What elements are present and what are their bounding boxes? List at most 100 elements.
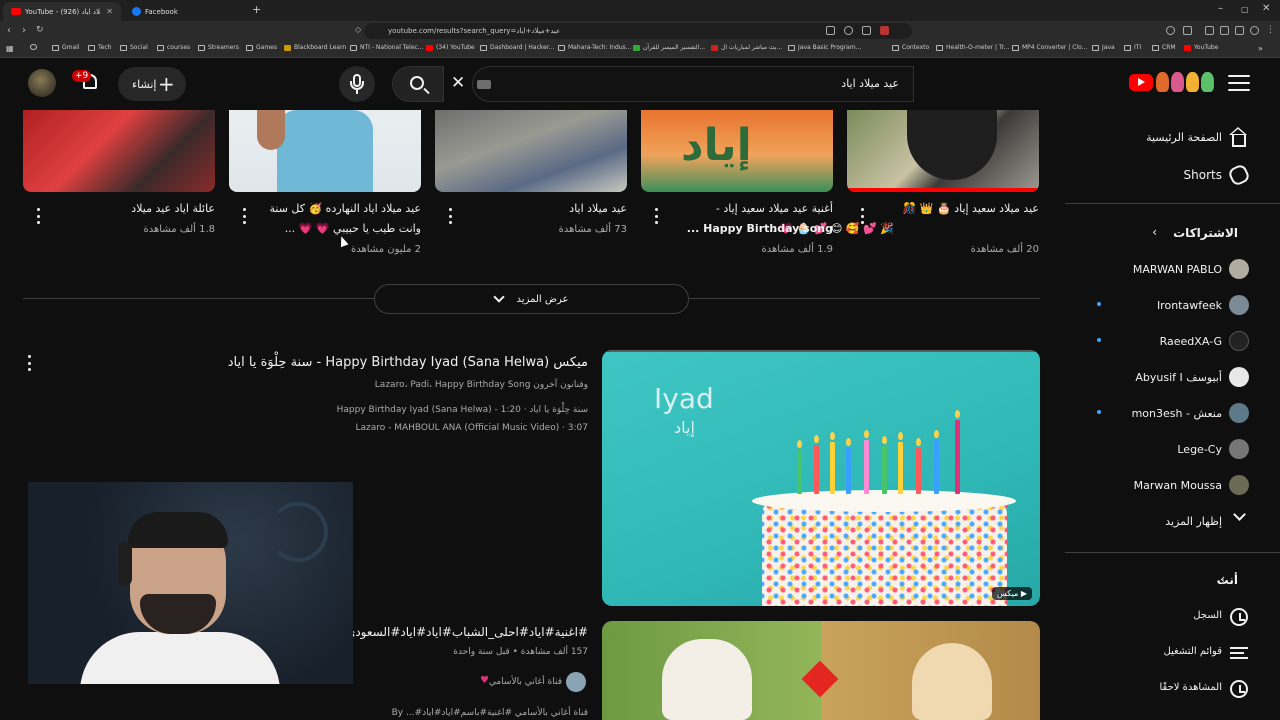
youtube-doodle-logo[interactable] bbox=[1156, 72, 1218, 94]
result-title[interactable]: #اغنية#اياد#احلى_الشباب#اياد#اياد#السعود… bbox=[346, 625, 588, 639]
bookmark-folder-java[interactable]: Java bbox=[1092, 44, 1115, 51]
video-thumbnail[interactable] bbox=[847, 110, 1039, 192]
bookmark-folder-crm[interactable]: CRM bbox=[1152, 44, 1176, 51]
zoom-icon[interactable] bbox=[844, 26, 853, 35]
cast-icon[interactable] bbox=[826, 26, 835, 35]
bookmark-gmail[interactable]: Gmail bbox=[52, 44, 80, 51]
new-tab-icon[interactable]: + bbox=[252, 3, 261, 16]
show-more-button[interactable]: عرض المزيد bbox=[374, 284, 689, 314]
more-options-icon[interactable] bbox=[37, 208, 41, 224]
youtube-logo[interactable] bbox=[1129, 74, 1153, 91]
mix-thumbnail[interactable]: Iyad إياد ميكس ▶ bbox=[602, 350, 1040, 606]
bookmark-folder-courses[interactable]: courses bbox=[157, 44, 190, 51]
video-title[interactable]: أغنية عيد ميلاد سعيد إياد - bbox=[716, 202, 833, 215]
sidebar-item-history[interactable]: السجل bbox=[1065, 599, 1280, 635]
extension-icon[interactable] bbox=[1183, 26, 1192, 35]
search-field[interactable]: عيد ميلاد اياد bbox=[472, 66, 914, 102]
voice-search-button[interactable] bbox=[339, 66, 375, 102]
back-icon[interactable]: ‹ bbox=[7, 25, 11, 36]
create-button[interactable]: إنشاء + bbox=[118, 67, 186, 101]
tab-youtube[interactable]: YouTube - (926) عيد ميلاد اياد ✕ bbox=[3, 2, 121, 21]
video-thumbnail[interactable]: إياد bbox=[641, 110, 833, 192]
more-bookmarks-icon[interactable]: » bbox=[1258, 44, 1263, 53]
sidebar-item-subscription[interactable]: mon3esh - منعش bbox=[1065, 396, 1280, 432]
channel-name[interactable]: قناة أغاني بالأسامي bbox=[489, 677, 562, 687]
more-options-icon[interactable] bbox=[243, 208, 247, 224]
more-options-icon[interactable] bbox=[28, 355, 32, 371]
more-options-icon[interactable] bbox=[655, 208, 659, 224]
you-heading[interactable]: أنت ‹ bbox=[1065, 562, 1280, 598]
bookmark-mp4[interactable]: MP4 Converter | Clo... bbox=[1012, 44, 1087, 51]
apps-grid-icon[interactable]: ▦ bbox=[6, 44, 14, 53]
extension-icon[interactable] bbox=[1220, 26, 1229, 35]
sidebar-item-subscription[interactable]: RaeedXA-G bbox=[1065, 324, 1280, 360]
sidebar-panel-icon[interactable] bbox=[1205, 26, 1214, 35]
forward-icon[interactable]: › bbox=[22, 25, 26, 36]
more-options-icon[interactable] bbox=[861, 208, 865, 224]
sidebar-item-home[interactable]: الصفحة الرئيسية bbox=[1065, 120, 1280, 156]
close-tab-icon[interactable]: ✕ bbox=[100, 7, 113, 16]
video-thumbnail[interactable] bbox=[435, 110, 627, 192]
bookmark-youtube-2[interactable]: YouTube bbox=[1184, 44, 1218, 51]
keyboard-icon[interactable] bbox=[477, 80, 491, 89]
sidebar-item-subscription[interactable]: Abyusif I أبيوسف bbox=[1065, 360, 1280, 396]
extension-icon[interactable] bbox=[1166, 26, 1175, 35]
bookmark-icon[interactable] bbox=[30, 44, 40, 50]
more-options-icon[interactable] bbox=[449, 208, 453, 224]
video-thumbnail[interactable] bbox=[23, 110, 215, 192]
result-track[interactable]: سنة حِلْوَة يا اياد · Happy Birthday Iya… bbox=[337, 405, 588, 415]
close-window-icon[interactable]: ✕ bbox=[1262, 3, 1270, 14]
search-button[interactable] bbox=[392, 66, 444, 102]
channel-avatar[interactable] bbox=[566, 672, 586, 692]
profile-icon[interactable] bbox=[1250, 26, 1259, 35]
bookmark-tafseer[interactable]: التفسير الميسر للقرآن... bbox=[633, 44, 705, 51]
reload-icon[interactable]: ↻ bbox=[36, 25, 44, 35]
video-title[interactable]: عيد ميلاد سعيد إياد 🎂 👑 🎊 bbox=[903, 202, 1039, 215]
minimize-icon[interactable]: – bbox=[1218, 3, 1223, 14]
sidebar-item-label: إظهار المزيد bbox=[1165, 515, 1222, 528]
result-title[interactable]: ميكس Happy Birthday Iyad (Sana Helwa) - … bbox=[228, 355, 588, 370]
result-track[interactable]: Lazaro - MAHBOUL ANA (Official Music Vid… bbox=[355, 423, 588, 433]
sidebar-item-subscription[interactable]: Lege-Cy bbox=[1065, 432, 1280, 468]
bookmark-folder-tech[interactable]: Tech bbox=[88, 44, 111, 51]
video-title[interactable]: عيد ميلاد اياد bbox=[569, 202, 627, 215]
bookmark-folder-streamers[interactable]: Streamers bbox=[198, 44, 239, 51]
clear-search-icon[interactable]: ✕ bbox=[451, 75, 465, 92]
bookmark-folder-games[interactable]: Games bbox=[246, 44, 277, 51]
maximize-icon[interactable]: ▢ bbox=[1241, 5, 1249, 14]
sidebar-item-shorts[interactable]: Shorts bbox=[1065, 157, 1280, 193]
sidebar-item-subscription[interactable]: Marwan Moussa bbox=[1065, 468, 1280, 504]
sidebar-item-playlists[interactable]: قوائم التشغيل bbox=[1065, 635, 1280, 671]
account-avatar[interactable] bbox=[28, 69, 56, 97]
share-icon[interactable] bbox=[862, 26, 871, 35]
video-title[interactable]: عائلة اياد عيد ميلاد bbox=[131, 202, 215, 215]
bookmark-folder-iti[interactable]: ITI bbox=[1124, 44, 1141, 51]
sidebar-item-subscription[interactable]: MARWAN PABLO bbox=[1065, 252, 1280, 288]
bookmark-health[interactable]: Health-O-meter | Tr... bbox=[936, 44, 1009, 51]
extension-icon[interactable] bbox=[880, 26, 889, 35]
subscriptions-heading[interactable]: الاشتراكات ‹ bbox=[1065, 215, 1280, 251]
bookmark-matches[interactable]: بث مباشر لمباريات ال... bbox=[711, 44, 782, 51]
browser-menu-icon[interactable]: ⋮ bbox=[1266, 25, 1275, 35]
bookmark-folder-social[interactable]: Social bbox=[120, 44, 148, 51]
tab-facebook[interactable]: Facebook bbox=[124, 2, 244, 21]
bookmark-youtube[interactable]: (34) YouTube bbox=[426, 44, 475, 51]
video-thumbnail[interactable] bbox=[602, 621, 1040, 720]
video-thumbnail[interactable] bbox=[229, 110, 421, 192]
sidebar-item-watch-later[interactable]: المشاهدة لاحقًا bbox=[1065, 671, 1280, 707]
bookmark-contexto[interactable]: Contexto bbox=[892, 44, 929, 51]
bookmark-page-icon[interactable]: ◇ bbox=[355, 25, 361, 34]
video-title[interactable]: عيد ميلاد اياد النهارده 🥳 كل سنة bbox=[270, 202, 422, 215]
video-title-line2[interactable]: وانت طيب يا حبيبي 💗 💗 ... bbox=[285, 222, 421, 235]
search-input-value[interactable]: عيد ميلاد اياد bbox=[841, 77, 899, 90]
bookmark-hackerrank[interactable]: Dashboard | Hacker... bbox=[480, 44, 554, 51]
downloads-icon[interactable] bbox=[1235, 26, 1244, 35]
hamburger-menu-icon[interactable] bbox=[1228, 75, 1250, 91]
bookmark-nti[interactable]: NTI - National Telec... bbox=[350, 44, 424, 51]
bookmark-java-basic[interactable]: Java Basic Program... bbox=[788, 44, 861, 51]
bookmark-mahara-tech[interactable]: Mahara-Tech: Indus... bbox=[558, 44, 632, 51]
video-title-line2[interactable]: Happy Birthday song ... bbox=[687, 222, 833, 235]
bookmark-blackboard[interactable]: Blackboard Learn bbox=[284, 44, 346, 51]
sidebar-item-subscription[interactable]: Irontawfeek bbox=[1065, 288, 1280, 324]
show-more-subscriptions[interactable]: إظهار المزيد bbox=[1065, 504, 1280, 540]
